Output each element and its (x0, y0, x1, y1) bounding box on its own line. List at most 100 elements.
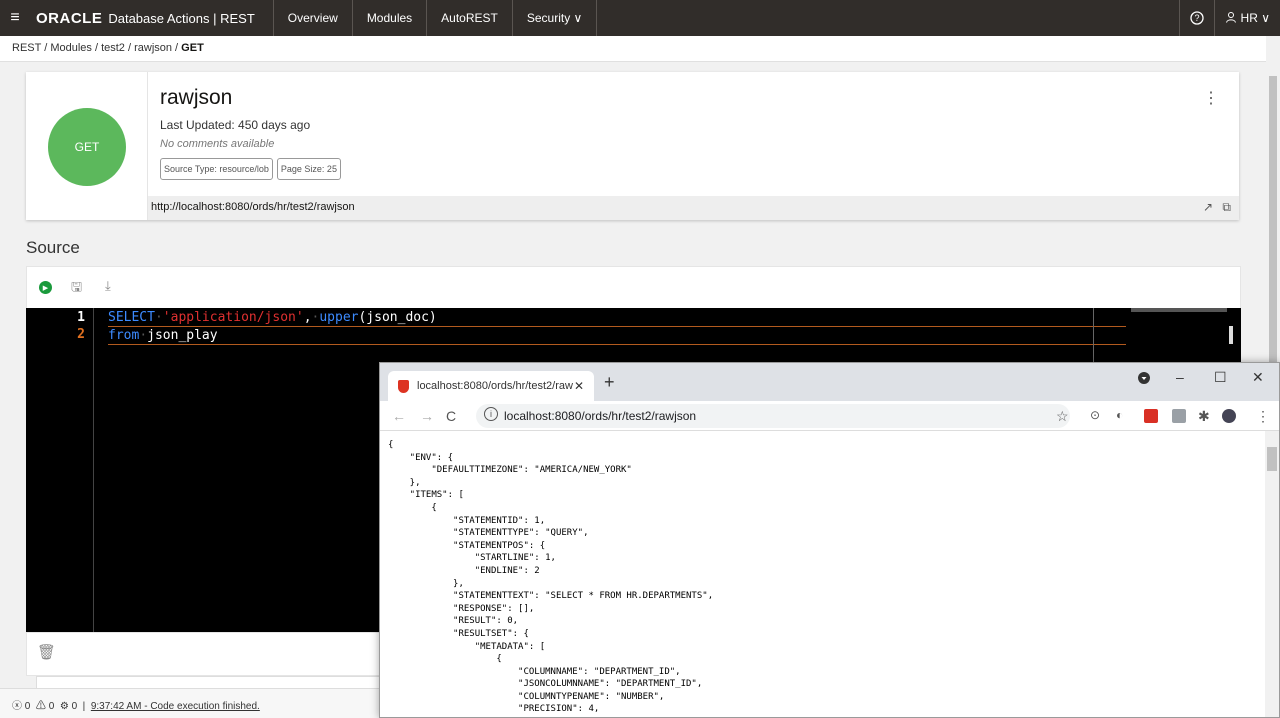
warning-icon: ⚠ (35, 701, 46, 712)
extension-red-icon[interactable] (1144, 409, 1158, 423)
json-line: "ENV": { (388, 452, 454, 463)
json-line: "RESULT": 0, (388, 616, 519, 627)
json-line: { (388, 440, 394, 450)
method-badge: GET (48, 108, 126, 186)
handler-title: rawjson (160, 86, 233, 109)
nav-modules[interactable]: Modules (353, 0, 428, 36)
browser-menu-icon[interactable]: ⋮ (1256, 408, 1270, 425)
forward-icon[interactable]: → (420, 408, 434, 424)
code-token: json_play (147, 328, 218, 343)
browser-tab-title: localhost:8080/ords/hr/test2/raw (417, 380, 573, 392)
json-line: "RESPONSE": [], (388, 603, 535, 614)
json-line: "STATEMENTTEXT": "SELECT * FROM HR.DEPAR… (388, 591, 714, 602)
code-token: SELECT (108, 310, 155, 325)
kebab-menu-icon[interactable]: ⋮ (1203, 88, 1219, 108)
nav-autorest[interactable]: AutoREST (427, 0, 513, 36)
line-number: 2 (77, 327, 85, 342)
line-underline (108, 344, 1126, 345)
oracle-logo: ORACLE (36, 9, 103, 27)
status-bar: ⓧ 0 ⚠ 0 ⚙ 0 | 9:37:42 AM - Code executio… (0, 688, 380, 718)
breadcrumb-separator: / (41, 42, 51, 54)
nav-security[interactable]: Security ∨ (513, 0, 598, 36)
breadcrumb-rawjson[interactable]: rawjson (134, 42, 172, 54)
browser-scrollbar[interactable] (1265, 431, 1279, 717)
editor-minimap (1131, 308, 1227, 312)
comments-text: No comments available (160, 138, 275, 150)
trash-icon[interactable]: 🗑 (37, 643, 56, 661)
json-line: { (388, 502, 437, 513)
line-underline (108, 326, 1126, 327)
source-heading: Source (26, 238, 80, 257)
extension-g-icon[interactable] (1172, 409, 1186, 423)
info-icon[interactable]: i (484, 407, 498, 421)
download-icon[interactable]: ⤓ (105, 278, 111, 294)
user-name: HR ∨ (1240, 11, 1270, 25)
bookmark-star-icon[interactable]: ☆ (1056, 408, 1069, 425)
profile-dropdown-icon[interactable] (1138, 371, 1150, 387)
json-line: }, (388, 477, 421, 488)
user-menu[interactable]: HR ∨ (1213, 0, 1280, 36)
breadcrumb-separator: / (124, 42, 135, 54)
back-icon[interactable]: ← (392, 408, 406, 424)
maximize-icon[interactable]: ☐ (1214, 369, 1227, 386)
json-line: "STATEMENTPOS": { (388, 540, 546, 551)
avatar[interactable] (1222, 409, 1236, 423)
new-tab-icon[interactable]: + (604, 372, 615, 393)
extension-search-icon[interactable]: ◐ (1116, 408, 1123, 422)
line-number: 1 (77, 310, 85, 325)
breadcrumb-current: GET (181, 42, 204, 54)
json-line: "COLUMNNAME": "DEPARTMENT_ID", (388, 666, 681, 677)
help-icon[interactable]: ? (1178, 0, 1214, 36)
reload-icon[interactable]: C (446, 408, 456, 424)
code-token: · (154, 310, 163, 325)
code-token: 'application/json' (162, 310, 304, 325)
json-viewer: { "ENV": { "DEFAULTTIMEZONE": "AMERICA/N… (380, 431, 1265, 717)
json-line: "PRECISION": 4, (388, 704, 600, 715)
nav-overview[interactable]: Overview (274, 0, 353, 36)
close-tab-icon[interactable]: ✕ (574, 379, 584, 393)
json-line: }, (388, 578, 464, 589)
page-size-tag: Page Size: 25 (276, 158, 341, 180)
user-icon (1225, 11, 1237, 26)
shield-icon (398, 379, 409, 393)
code-line: SELECT·'application/json',·upper(json_do… (108, 309, 437, 326)
error-icon: ⓧ (12, 701, 22, 712)
status-message[interactable]: 9:37:42 AM - Code execution finished. (91, 701, 260, 712)
minimize-icon[interactable]: – (1176, 369, 1184, 385)
json-line: "RESULTSET": { (388, 628, 529, 639)
open-external-icon[interactable]: ↗ (1203, 200, 1213, 214)
handler-url: http://localhost:8080/ords/hr/test2/rawj… (148, 196, 1239, 220)
top-bar: ≡ ORACLE Database Actions | REST Overvie… (0, 0, 1280, 36)
breadcrumb-rest[interactable]: REST (12, 42, 41, 54)
json-line: "JSONCOLUMNNAME": "DEPARTMENT_ID", (388, 679, 703, 690)
breadcrumb-modules[interactable]: Modules (50, 42, 92, 54)
json-line: "COLUMNTYPENAME": "NUMBER", (388, 691, 665, 702)
json-line: "DEFAULTTIMEZONE": "AMERICA/NEW_YORK" (388, 465, 632, 476)
breadcrumb-separator: / (91, 42, 102, 54)
code-line: from·json_play (108, 327, 218, 344)
scrollbar-thumb[interactable] (1267, 447, 1277, 471)
svg-text:?: ? (1194, 13, 1199, 23)
scrollbar-thumb[interactable] (1269, 76, 1277, 366)
json-line: "ENDLINE": 2 (388, 565, 540, 576)
json-line: { (388, 654, 502, 665)
hamburger-icon[interactable]: ≡ (0, 9, 30, 27)
save-icon[interactable]: 🖫 (71, 278, 82, 300)
last-updated: Last Updated: 450 days ago (160, 118, 311, 132)
breadcrumb-test2[interactable]: test2 (101, 42, 125, 54)
json-line: "STARTLINE": 1, (388, 553, 556, 564)
extensions-puzzle-icon[interactable]: ✱ (1198, 408, 1210, 425)
app-name: Database Actions | REST (108, 10, 255, 26)
address-bar[interactable]: i localhost:8080/ords/hr/test2/rawjson (476, 404, 1070, 428)
close-window-icon[interactable]: ✕ (1252, 369, 1264, 386)
browser-tab[interactable]: localhost:8080/ords/hr/test2/raw ✕ (388, 371, 594, 401)
json-line: "STATEMENTTYPE": "QUERY", (388, 528, 589, 539)
breadcrumb: REST / Modules / test2 / rawjson / GET (0, 36, 1266, 62)
copy-icon[interactable]: ⧉ (1222, 200, 1231, 214)
code-token: upper (319, 310, 359, 325)
info-count: 0 (71, 701, 78, 712)
editor-scroll-marker (1229, 326, 1233, 344)
extension-json-icon[interactable]: ⊙ (1090, 408, 1100, 422)
run-icon[interactable]: ▶ (39, 281, 52, 294)
address-text: localhost:8080/ords/hr/test2/rawjson (504, 409, 697, 423)
